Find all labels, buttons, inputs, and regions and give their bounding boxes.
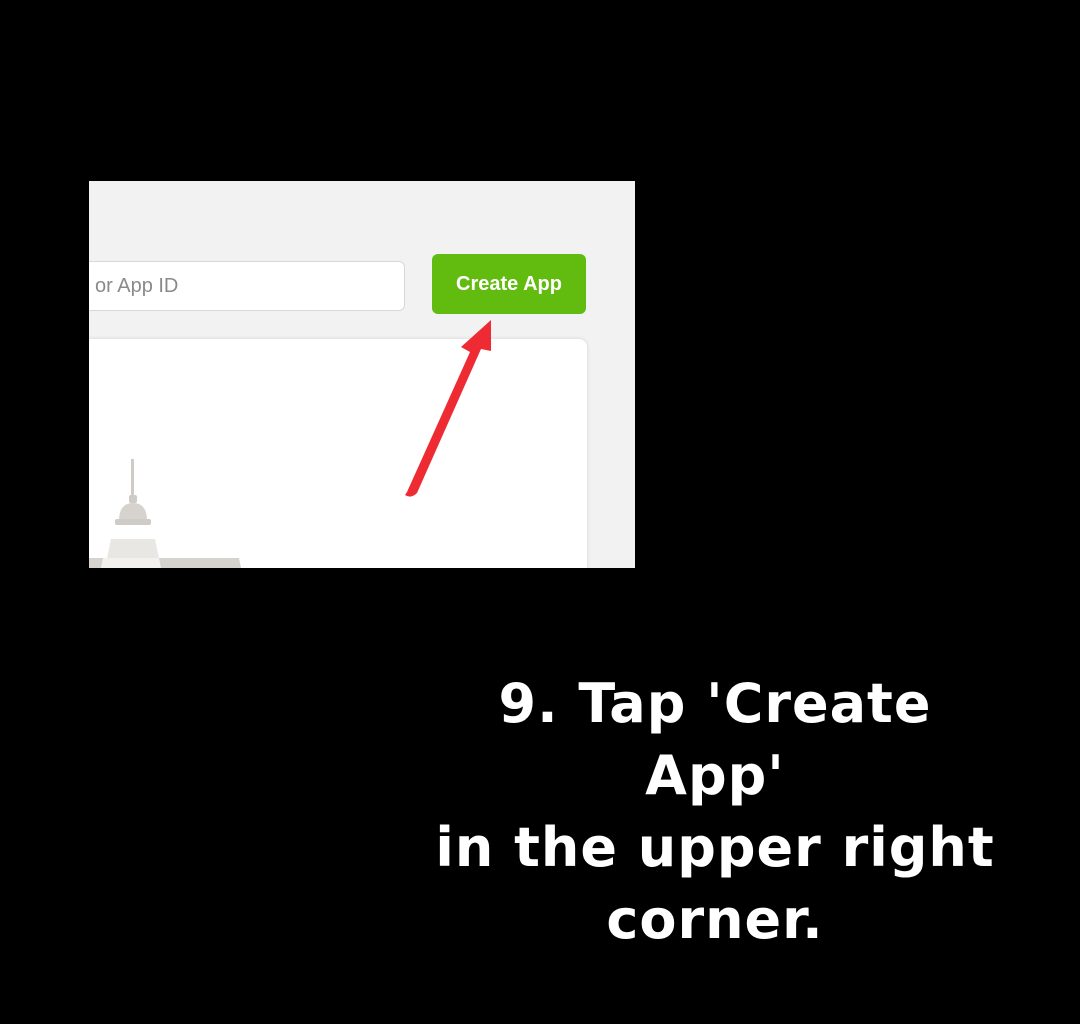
app-dashboard-screenshot: or App ID Create App bbox=[89, 181, 635, 568]
caption-line-2: in the upper right bbox=[435, 816, 995, 879]
create-app-button[interactable]: Create App bbox=[432, 254, 586, 314]
create-app-button-label: Create App bbox=[456, 272, 562, 295]
caption-line-1: 9. Tap 'Create App' bbox=[498, 672, 932, 807]
desk-lamp-icon bbox=[89, 459, 241, 568]
search-input-text: or App ID bbox=[95, 274, 179, 297]
instruction-caption: 9. Tap 'Create App' in the upper right c… bbox=[430, 668, 1000, 956]
tutorial-slide: or App ID Create App 9. Tap 'Create App'… bbox=[0, 0, 1080, 1024]
caption-line-3: corner. bbox=[606, 888, 824, 951]
search-input[interactable]: or App ID bbox=[89, 261, 405, 311]
